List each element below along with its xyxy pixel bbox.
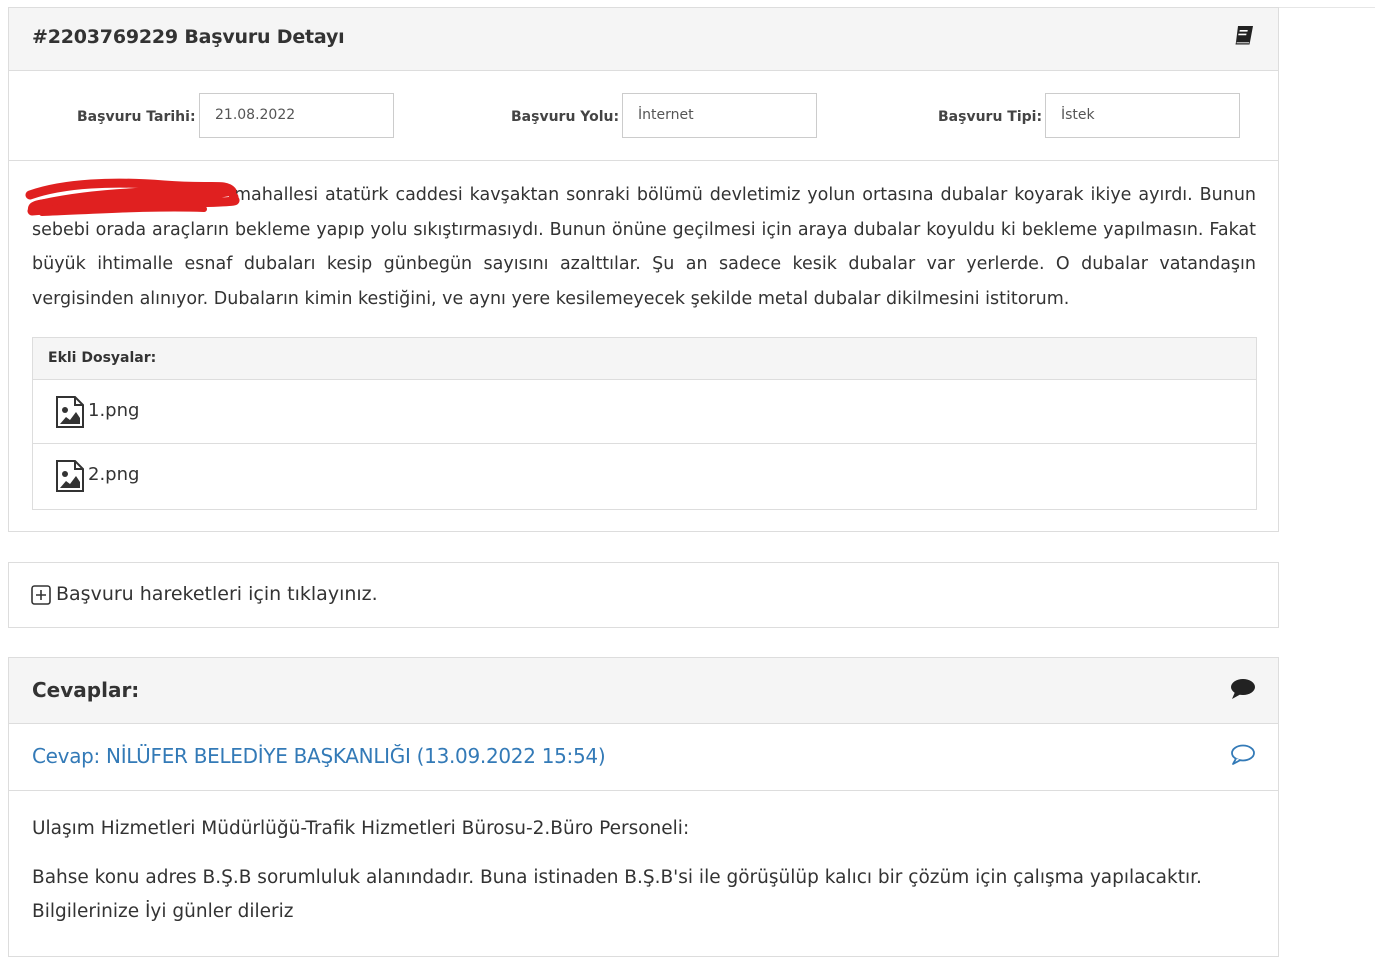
answers-panel-heading: Cevaplar: [9,658,1278,724]
image-file-icon [56,460,84,492]
file-link-1[interactable]: 1.png [88,400,139,421]
application-moves-toggle[interactable]: Başvuru hareketleri için tıklayınız. [8,562,1279,628]
application-moves-label[interactable]: Başvuru hareketleri için tıklayınız. [56,583,378,605]
file-row-1[interactable]: 1.png [33,380,1256,444]
book-icon [1235,26,1253,45]
application-date-label: Başvuru Tarihi: [77,109,196,125]
answer-heading[interactable]: Cevap: NİLÜFER BELEDİYE BAŞKANLIĞI (13.0… [9,724,1278,791]
answer-title-link[interactable]: Cevap: NİLÜFER BELEDİYE BAŞKANLIĞI (13.0… [32,744,606,768]
attached-files-heading: Ekli Dosyalar: [33,338,1256,380]
answers-title: Cevaplar: [32,678,140,702]
application-detail-panel: #2203769229 Başvuru Detayı Başvuru Tarih… [8,7,1279,532]
plus-square-icon [31,585,51,605]
file-row-2[interactable]: 2.png [33,444,1256,508]
application-type-label: Başvuru Tipi: [938,109,1043,125]
answer-line-2: Bahse konu adres B.Ş.B sorumluluk alanın… [32,867,1202,888]
attached-files-box: Ekli Dosyalar: 1.png 2.png [32,337,1257,510]
application-type-field[interactable]: İstek [1045,93,1240,138]
redaction-scribble [25,178,240,216]
detail-panel-heading: #2203769229 Başvuru Detayı [9,8,1278,71]
answers-panel: Cevaplar: Cevap: NİLÜFER BELEDİYE BAŞKAN… [8,657,1279,957]
file-link-2[interactable]: 2.png [88,464,139,485]
application-channel-field[interactable]: İnternet [622,93,817,138]
top-divider [1279,7,1375,8]
application-channel-label: Başvuru Yolu: [511,109,620,125]
application-date-field[interactable]: 21.08.2022 [199,93,394,138]
answer-line-3: Bilgilerinize İyi günler dileriz [32,901,294,922]
comment-outline-icon [1231,744,1255,765]
page-title: #2203769229 Başvuru Detayı [32,26,345,48]
application-meta-row: Başvuru Tarihi: 21.08.2022 Başvuru Yolu:… [9,71,1278,161]
image-file-icon [56,396,84,428]
comment-icon [1231,679,1255,699]
answer-line-1: Ulaşım Hizmetleri Müdürlüğü-Trafik Hizme… [32,818,690,839]
